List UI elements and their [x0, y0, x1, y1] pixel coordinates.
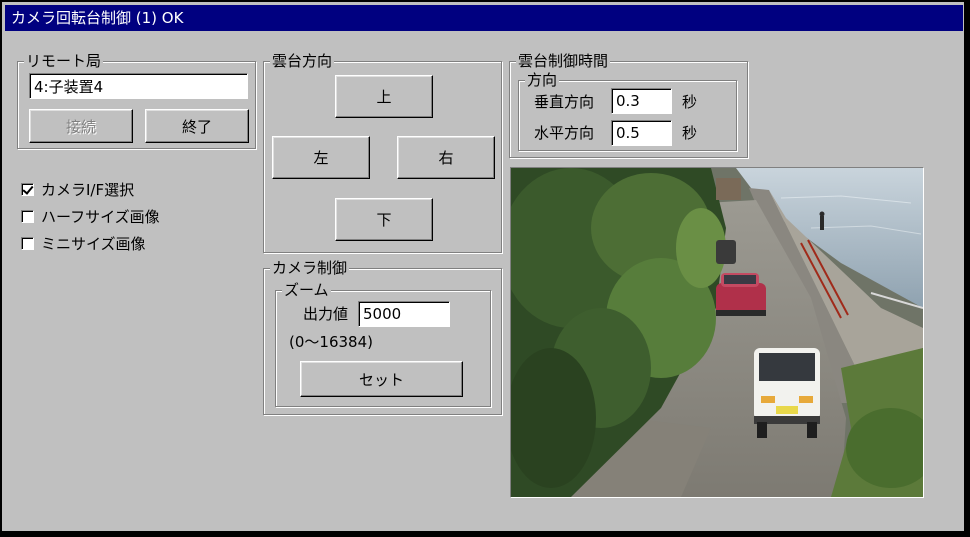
- set-button[interactable]: セット: [300, 361, 463, 397]
- camera-if-label: カメラI/F選択: [41, 181, 135, 199]
- camera-image: [510, 167, 924, 498]
- app-window: カメラ回転台制御 (1) OK リモート局 接続 終了 カメラI/F選択 ハーフ…: [0, 0, 966, 533]
- vertical-unit: 秒: [682, 93, 698, 111]
- horizontal-time-field[interactable]: [611, 120, 672, 146]
- horizontal-label: 水平方向: [534, 124, 595, 142]
- camera-scene: [511, 168, 923, 497]
- half-size-check-box[interactable]: [21, 210, 34, 223]
- output-value-label: 出力値: [303, 305, 349, 323]
- vertical-time-field[interactable]: [611, 88, 672, 114]
- connect-button[interactable]: 接続: [29, 109, 133, 143]
- right-button[interactable]: 右: [397, 136, 495, 179]
- half-size-checkbox[interactable]: ハーフサイズ画像: [21, 206, 160, 227]
- window-title: カメラ回転台制御 (1) OK: [5, 5, 963, 31]
- half-size-label: ハーフサイズ画像: [41, 208, 160, 226]
- camera-if-checkbox[interactable]: カメラI/F選択: [21, 179, 134, 200]
- direction-label: 方向: [525, 71, 560, 89]
- timing-label: 雲台制御時間: [516, 52, 611, 70]
- zoom-label: ズーム: [282, 281, 331, 299]
- left-button[interactable]: 左: [272, 136, 370, 179]
- output-value-field[interactable]: [358, 301, 450, 327]
- red-car: [716, 273, 766, 316]
- camera-control-label: カメラ制御: [270, 259, 350, 277]
- camera-if-check-box[interactable]: [21, 183, 34, 196]
- horizontal-unit: 秒: [682, 124, 698, 142]
- mini-size-label: ミニサイズ画像: [41, 235, 146, 253]
- range-text: (0～16384): [289, 333, 373, 351]
- up-button[interactable]: 上: [335, 75, 433, 118]
- exit-button[interactable]: 終了: [145, 109, 249, 143]
- mini-size-check-box[interactable]: [21, 237, 34, 250]
- vertical-label: 垂直方向: [534, 93, 595, 111]
- mini-size-checkbox[interactable]: ミニサイズ画像: [21, 233, 146, 254]
- remote-station-label: リモート局: [24, 52, 104, 70]
- pan-tilt-label: 雲台方向: [270, 52, 335, 70]
- down-button[interactable]: 下: [335, 198, 433, 241]
- station-field[interactable]: [29, 73, 248, 99]
